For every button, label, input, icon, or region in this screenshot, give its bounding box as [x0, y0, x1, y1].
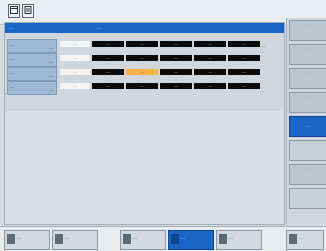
bottom-softkey-bar: ... ... ... ... ... ...	[0, 226, 326, 251]
document-icon[interactable]	[22, 4, 34, 18]
bottom-softkey-label: ...	[65, 235, 69, 240]
main-panel: ... ... ... ... ... ... ... ... ... ... …	[4, 22, 285, 225]
right-softkey-label: ...	[306, 51, 310, 56]
table-cell[interactable]: ...	[59, 54, 91, 62]
table-cell[interactable]: ...	[91, 40, 125, 48]
right-softkey-2[interactable]: ...	[289, 44, 326, 65]
table-cell[interactable]: ...	[91, 68, 125, 76]
table-cell[interactable]: ...	[59, 82, 91, 90]
row-sub-text: ...	[49, 87, 53, 92]
right-softkey-7[interactable]: ...	[289, 164, 326, 185]
right-softkey-6[interactable]	[289, 140, 326, 161]
right-softkey-label: ...	[306, 75, 310, 80]
softkey-icon	[7, 234, 15, 244]
document-icon-shape	[24, 6, 32, 14]
title-left: ...	[9, 25, 13, 30]
panel-title-strip: ... ...	[5, 23, 284, 33]
table-cell[interactable]: ...	[59, 40, 91, 48]
row-label-2[interactable]: ... ...	[7, 67, 57, 81]
selected-table-cell[interactable]: ...	[125, 68, 159, 76]
table-cell[interactable]: ...	[91, 82, 125, 90]
table-cell[interactable]: ...	[227, 68, 261, 76]
right-softkey-4[interactable]: ...	[289, 92, 326, 113]
bottom-softkey-label: ...	[133, 235, 137, 240]
table-cell[interactable]: ...	[159, 40, 193, 48]
screen-frame: ... ... ... ... ... ... ... ... ... ... …	[0, 0, 326, 251]
bottom-softkey-label: ...	[17, 235, 21, 240]
table-cell[interactable]: ...	[59, 68, 91, 76]
table-cell[interactable]: ...	[125, 40, 159, 48]
row-sub-text: ...	[49, 45, 53, 50]
bottom-softkey-label: ...	[181, 235, 185, 240]
table-cell[interactable]: ...	[159, 68, 193, 76]
row-label-1[interactable]: ... ...	[7, 53, 57, 67]
table-cell[interactable]: ...	[227, 54, 261, 62]
table-cell[interactable]: ...	[125, 82, 159, 90]
table-cell[interactable]: ...	[193, 82, 227, 90]
table-cell[interactable]: ...	[227, 82, 261, 90]
empty-workspace	[5, 111, 284, 224]
row-label-text: ...	[10, 42, 14, 47]
right-softkey-label: ...	[306, 123, 310, 128]
window-icon-shape	[10, 6, 18, 14]
softkey-icon	[55, 234, 63, 244]
right-softkey-label: ...	[306, 27, 310, 32]
right-softkey-label: ...	[306, 171, 310, 176]
bottom-softkey-label: ...	[229, 235, 233, 240]
table-area: ... ... ... ... ... ... ... ... ... ... …	[5, 33, 284, 111]
table-cell[interactable]: ...	[125, 54, 159, 62]
bottom-softkey-5[interactable]: ...	[216, 230, 262, 250]
right-softkey-1[interactable]: ...	[289, 20, 326, 41]
bottom-softkey-4-active[interactable]: ...	[168, 230, 214, 250]
table-cell[interactable]: ...	[91, 54, 125, 62]
right-softkey-3[interactable]: ...	[289, 68, 326, 89]
table-cell[interactable]: ...	[193, 40, 227, 48]
table-cell[interactable]: ...	[193, 68, 227, 76]
bottom-softkey-3[interactable]: ...	[120, 230, 166, 250]
right-softkey-5-active[interactable]: ...	[289, 116, 326, 137]
right-softkey-column: ... ... ... ... ... ...	[286, 18, 326, 224]
row-label-text: ...	[10, 56, 14, 61]
bottom-softkey-6[interactable]: ...	[286, 230, 324, 250]
bottom-softkey-2[interactable]: ...	[52, 230, 98, 250]
bottom-softkey-1[interactable]: ...	[4, 230, 50, 250]
title-right: ...	[97, 25, 101, 30]
row-sub-text: ...	[49, 59, 53, 64]
column-header-5: ...	[261, 43, 265, 48]
softkey-icon	[123, 234, 131, 244]
right-softkey-label: ...	[306, 99, 310, 104]
right-softkey-8[interactable]	[289, 188, 326, 209]
row-label-text: ...	[10, 84, 14, 89]
table-cell[interactable]: ...	[159, 82, 193, 90]
softkey-icon	[289, 234, 297, 244]
table-cell[interactable]: ...	[193, 54, 227, 62]
row-label-0[interactable]: ... ...	[7, 39, 57, 53]
row-sub-text: ...	[49, 73, 53, 78]
row-label-text: ...	[10, 70, 14, 75]
window-icon[interactable]	[8, 4, 20, 18]
table-cell[interactable]: ...	[227, 40, 261, 48]
softkey-icon	[219, 234, 227, 244]
table-cell[interactable]: ...	[159, 54, 193, 62]
bottom-softkey-label: ...	[299, 235, 303, 240]
row-label-3[interactable]: ... ...	[7, 81, 57, 95]
softkey-icon	[171, 234, 179, 244]
